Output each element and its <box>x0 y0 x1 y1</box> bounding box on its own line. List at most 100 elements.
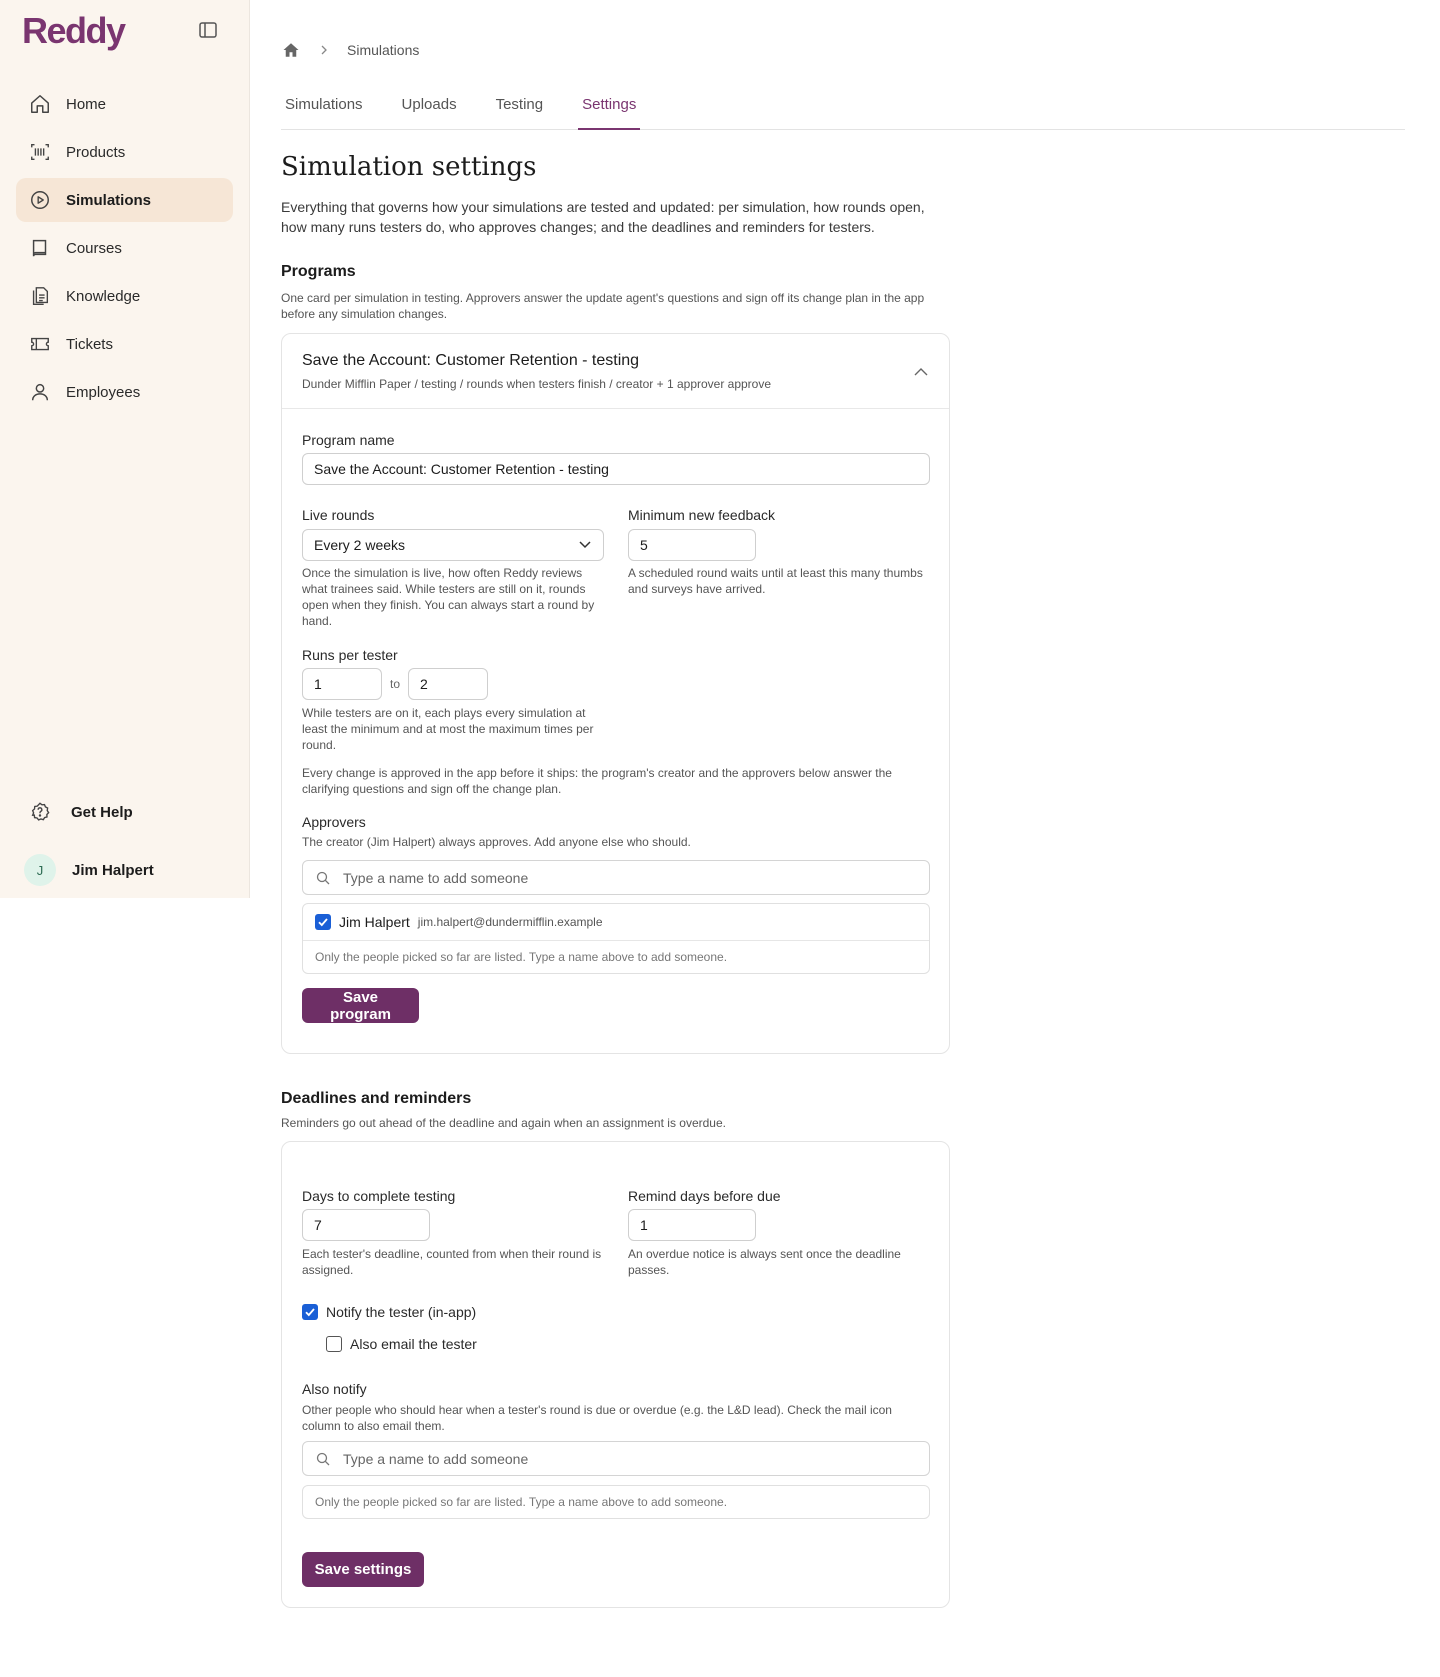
remind-days-field[interactable] <box>640 1217 744 1233</box>
tab-settings[interactable]: Settings <box>578 88 641 130</box>
get-help-button[interactable]: Get Help <box>28 800 133 824</box>
sidebar-item-label: Knowledge <box>66 287 141 305</box>
save-settings-button[interactable]: Save settings <box>302 1552 424 1587</box>
book-icon <box>28 236 52 260</box>
notify-tester-checkbox[interactable] <box>302 1304 318 1320</box>
home-icon[interactable] <box>281 40 301 60</box>
also-notify-help: Other people who should hear when a test… <box>302 1403 892 1433</box>
play-circle-icon <box>28 188 52 212</box>
help-icon <box>28 800 52 824</box>
notify-tester-toggle[interactable]: Notify the tester (in-app) <box>302 1304 476 1320</box>
approvers-label: Approvers <box>302 814 366 830</box>
user-name: Jim Halpert <box>72 861 154 879</box>
live-rounds-value: Every 2 weeks <box>314 537 406 553</box>
program-card-title: Save the Account: Customer Retention - t… <box>302 352 640 369</box>
app-logo[interactable]: Reddy <box>22 10 126 52</box>
user-icon <box>28 380 52 404</box>
tab-simulations[interactable]: Simulations <box>281 88 367 121</box>
deadlines-card: Days to complete testing Each tester's d… <box>281 1141 950 1608</box>
runs-max-field[interactable] <box>420 676 476 692</box>
sidebar-item-label: Courses <box>66 239 122 257</box>
remind-days-input[interactable] <box>628 1209 756 1241</box>
sidebar-item-products[interactable]: Products <box>16 130 233 174</box>
sidebar-item-label: Tickets <box>66 335 113 353</box>
also-notify-label: Also notify <box>302 1381 367 1397</box>
approver-email: jim.halpert@dundermifflin.example <box>417 915 603 929</box>
program-card-header[interactable]: Save the Account: Customer Retention - t… <box>282 334 949 409</box>
sidebar-toggle-icon[interactable] <box>198 20 218 40</box>
email-tester-toggle[interactable]: Also email the tester <box>326 1336 477 1352</box>
min-feedback-label: Minimum new feedback <box>628 507 776 523</box>
sidebar-item-label: Employees <box>66 383 141 401</box>
tab-bar: Simulations Uploads Testing Settings <box>281 88 1405 130</box>
days-to-complete-input[interactable] <box>302 1209 430 1241</box>
approvers-search[interactable] <box>302 860 930 895</box>
email-tester-label: Also email the tester <box>350 1336 477 1352</box>
save-program-button[interactable]: Save program <box>302 988 419 1023</box>
approver-checkbox[interactable] <box>315 914 331 930</box>
live-rounds-label: Live rounds <box>302 507 375 523</box>
chevron-right-icon <box>319 45 329 55</box>
runs-per-tester-label: Runs per tester <box>302 647 398 663</box>
also-notify-search[interactable] <box>302 1441 930 1476</box>
min-feedback-help: A scheduled round waits until at least t… <box>628 566 923 596</box>
remind-days-label: Remind days before due <box>628 1188 781 1204</box>
sidebar-item-courses[interactable]: Courses <box>16 226 233 270</box>
approvers-list: Jim Halpert jim.halpert@dundermifflin.ex… <box>302 903 930 974</box>
page-title: Simulation settings <box>281 152 537 182</box>
runs-max-input[interactable] <box>408 668 488 700</box>
approvers-help: The creator (Jim Halpert) always approve… <box>302 835 691 849</box>
sidebar-nav: Home Products Simulations Courses Knowle… <box>16 82 233 418</box>
approvers-search-input[interactable] <box>341 868 865 887</box>
deadlines-description: Reminders go out ahead of the deadline a… <box>281 1116 726 1130</box>
notify-tester-label: Notify the tester (in-app) <box>326 1304 477 1320</box>
breadcrumb: Simulations <box>281 40 419 60</box>
sidebar-item-simulations[interactable]: Simulations <box>16 178 233 222</box>
runs-min-field[interactable] <box>314 676 370 692</box>
program-name-input[interactable] <box>302 453 930 485</box>
email-tester-checkbox[interactable] <box>326 1336 342 1352</box>
home-icon <box>28 92 52 116</box>
user-menu[interactable]: J Jim Halpert <box>24 854 154 886</box>
program-card-subtitle: Dunder Mifflin Paper / testing / rounds … <box>302 377 772 391</box>
chevron-up-icon[interactable] <box>913 364 929 380</box>
min-feedback-input[interactable] <box>628 529 756 561</box>
search-icon <box>315 870 331 886</box>
sidebar-item-tickets[interactable]: Tickets <box>16 322 233 366</box>
runs-min-input[interactable] <box>302 668 382 700</box>
runs-help: While testers are on it, each plays ever… <box>302 706 594 752</box>
program-name-field[interactable] <box>314 461 918 477</box>
live-rounds-select[interactable]: Every 2 weeks <box>302 529 604 561</box>
chevron-down-icon <box>578 537 592 554</box>
approval-note: Every change is approved in the app befo… <box>302 766 892 796</box>
barcode-icon <box>28 140 52 164</box>
days-to-complete-field[interactable] <box>314 1217 418 1233</box>
tab-testing[interactable]: Testing <box>492 88 548 121</box>
programs-description: One card per simulation in testing. Appr… <box>281 291 925 321</box>
program-name-label: Program name <box>302 432 395 448</box>
ticket-icon <box>28 332 52 356</box>
document-icon <box>28 284 52 308</box>
sidebar-item-knowledge[interactable]: Knowledge <box>16 274 233 318</box>
sidebar-item-label: Simulations <box>66 191 152 209</box>
sidebar-item-label: Home <box>66 95 107 113</box>
also-notify-search-input[interactable] <box>341 1449 865 1468</box>
programs-title: Programs <box>281 263 356 280</box>
days-to-complete-label: Days to complete testing <box>302 1188 456 1204</box>
approvers-note: Only the people picked so far are listed… <box>315 950 728 964</box>
remind-days-help: An overdue notice is always sent once th… <box>628 1247 901 1277</box>
days-to-complete-help: Each tester's deadline, counted from whe… <box>302 1247 602 1277</box>
sidebar: Reddy Home Products Simulations Courses … <box>0 0 250 898</box>
live-rounds-help: Once the simulation is live, how often R… <box>302 566 595 628</box>
tab-uploads[interactable]: Uploads <box>398 88 461 121</box>
deadlines-title: Deadlines and reminders <box>281 1090 472 1107</box>
approver-name: Jim Halpert <box>339 914 410 930</box>
get-help-label: Get Help <box>71 803 133 821</box>
breadcrumb-current[interactable]: Simulations <box>347 42 419 58</box>
min-feedback-field[interactable] <box>640 537 744 553</box>
sidebar-item-employees[interactable]: Employees <box>16 370 233 414</box>
avatar: J <box>24 854 56 886</box>
sidebar-item-home[interactable]: Home <box>16 82 233 126</box>
program-card: Save the Account: Customer Retention - t… <box>281 333 950 1054</box>
list-item: Jim Halpert jim.halpert@dundermifflin.ex… <box>303 904 929 941</box>
